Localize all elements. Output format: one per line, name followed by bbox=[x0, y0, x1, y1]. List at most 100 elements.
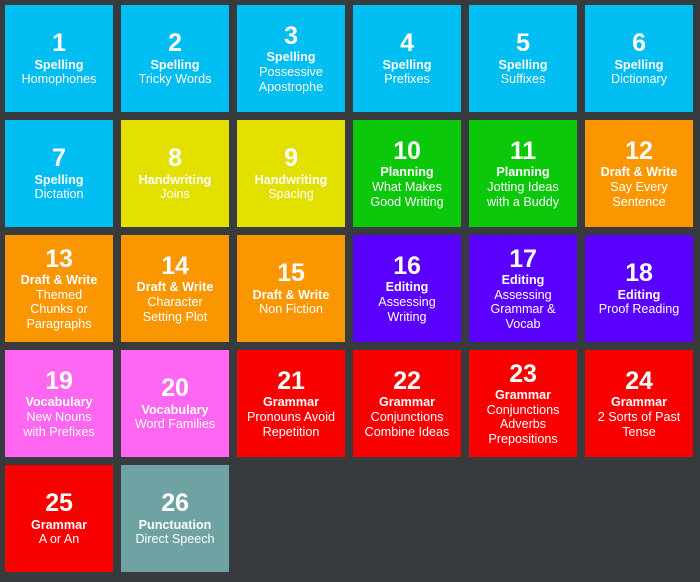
tile-number: 17 bbox=[509, 244, 537, 273]
tile-subtitle: Direct Speech bbox=[135, 532, 214, 547]
tile-number: 6 bbox=[632, 29, 646, 58]
tile-subtitle-line: Prefixes bbox=[384, 72, 430, 87]
tile-number: 13 bbox=[45, 244, 73, 273]
tile-26[interactable]: 26 Punctuation Direct Speech bbox=[121, 465, 229, 572]
tile-subtitle-line: Jotting Ideas bbox=[487, 179, 559, 194]
tile-subtitle-line: Suffixes bbox=[500, 72, 546, 87]
tile-number: 16 bbox=[393, 251, 421, 280]
tile-subtitle-line: Writing bbox=[387, 309, 427, 324]
tile-subtitle-line: Conjunctions bbox=[370, 409, 444, 424]
tile-number: 19 bbox=[45, 366, 73, 395]
tile-subtitle-line: Adverbs bbox=[499, 417, 547, 432]
tile-category: Spelling bbox=[382, 57, 432, 72]
tile-subtitle-line: Pronouns Avoid bbox=[247, 409, 335, 424]
tile-subtitle-line: Proof Reading bbox=[598, 302, 680, 317]
tile-12[interactable]: 12 Draft & Write Say Every Sentence bbox=[585, 120, 693, 227]
tile-category: Planning bbox=[380, 165, 434, 180]
tile-category: Grammar bbox=[610, 395, 667, 410]
tile-subtitle: Themed Chunks or Paragraphs bbox=[26, 288, 91, 332]
tile-23[interactable]: 23 Grammar Conjunctions Adverbs Prepositions bbox=[469, 350, 577, 457]
tile-subtitle-line: Repetition bbox=[262, 424, 320, 439]
tile-8[interactable]: 8 Handwriting Joins bbox=[121, 120, 229, 227]
tile-number: 12 bbox=[625, 136, 653, 165]
tile-category: Spelling bbox=[266, 50, 316, 65]
tile-category: Vocabulary bbox=[141, 402, 209, 417]
tile-subtitle-line: Apostrophe bbox=[258, 79, 324, 94]
tile-subtitle-line: Joins bbox=[160, 187, 190, 202]
tile-2[interactable]: 2 Spelling Tricky Words bbox=[121, 5, 229, 112]
tile-category: Draft & Write bbox=[20, 273, 98, 288]
tile-22[interactable]: 22 Grammar Conjunctions Combine Ideas bbox=[353, 350, 461, 457]
tile-18[interactable]: 18 Editing Proof Reading bbox=[585, 235, 693, 342]
tile-19[interactable]: 19 Vocabulary New Nouns with Prefixes bbox=[5, 350, 113, 457]
tile-category: Draft & Write bbox=[252, 287, 330, 302]
tile-number: 21 bbox=[277, 366, 305, 395]
tile-category: Handwriting bbox=[138, 172, 212, 187]
tile-number: 23 bbox=[509, 359, 537, 388]
tile-category: Editing bbox=[617, 287, 661, 302]
tile-subtitle-line: Conjunctions bbox=[486, 402, 560, 417]
tile-11[interactable]: 11 Planning Jotting Ideas with a Buddy bbox=[469, 120, 577, 227]
tile-subtitle-line: Homophones bbox=[21, 72, 97, 87]
tile-subtitle-line: New Nouns bbox=[26, 409, 92, 424]
tile-10[interactable]: 10 Planning What Makes Good Writing bbox=[353, 120, 461, 227]
tile-subtitle: Proof Reading bbox=[599, 302, 680, 317]
tile-subtitle-line: Non Fiction bbox=[259, 302, 323, 317]
tile-category: Spelling bbox=[150, 57, 200, 72]
tile-subtitle-line: Tense bbox=[622, 424, 656, 439]
tile-subtitle: Dictionary bbox=[611, 72, 667, 87]
tile-number: 4 bbox=[400, 29, 414, 58]
tile-number: 7 bbox=[52, 144, 66, 173]
tile-1[interactable]: 1 Spelling Homophones bbox=[5, 5, 113, 112]
tile-24[interactable]: 24 Grammar 2 Sorts of Past Tense bbox=[585, 350, 693, 457]
tile-9[interactable]: 9 Handwriting Spacing bbox=[237, 120, 345, 227]
tile-subtitle-line: Combine Ideas bbox=[364, 424, 450, 439]
tile-category: Editing bbox=[501, 273, 545, 288]
tile-6[interactable]: 6 Spelling Dictionary bbox=[585, 5, 693, 112]
tile-number: 25 bbox=[45, 489, 73, 518]
tile-5[interactable]: 5 Spelling Suffixes bbox=[469, 5, 577, 112]
tile-number: 26 bbox=[161, 489, 189, 518]
tile-20[interactable]: 20 Vocabulary Word Families bbox=[121, 350, 229, 457]
tile-subtitle: Possessive Apostrophe bbox=[259, 65, 323, 94]
tile-subtitle: What Makes Good Writing bbox=[370, 180, 443, 209]
tile-3[interactable]: 3 Spelling Possessive Apostrophe bbox=[237, 5, 345, 112]
tile-subtitle: Pronouns Avoid Repetition bbox=[247, 410, 335, 439]
tile-25[interactable]: 25 Grammar A or An bbox=[5, 465, 113, 572]
tile-subtitle: New Nouns with Prefixes bbox=[23, 410, 94, 439]
tile-subtitle: Character Setting Plot bbox=[143, 295, 207, 324]
tile-number: 3 bbox=[284, 21, 298, 50]
tile-15[interactable]: 15 Draft & Write Non Fiction bbox=[237, 235, 345, 342]
tile-subtitle: Assessing Writing bbox=[378, 295, 435, 324]
tile-number: 2 bbox=[168, 29, 182, 58]
tile-subtitle: Conjunctions Combine Ideas bbox=[365, 410, 450, 439]
tile-subtitle-line: Paragraphs bbox=[26, 316, 92, 331]
tile-subtitle-line: Say Every bbox=[610, 179, 668, 194]
tile-7[interactable]: 7 Spelling Dictation bbox=[5, 120, 113, 227]
tile-4[interactable]: 4 Spelling Prefixes bbox=[353, 5, 461, 112]
tile-16[interactable]: 16 Editing Assessing Writing bbox=[353, 235, 461, 342]
tile-category: Grammar bbox=[30, 517, 87, 532]
tile-subtitle-line: Character bbox=[147, 294, 203, 309]
tile-17[interactable]: 17 Editing Assessing Grammar & Vocab bbox=[469, 235, 577, 342]
tile-14[interactable]: 14 Draft & Write Character Setting Plot bbox=[121, 235, 229, 342]
tile-number: 15 bbox=[277, 259, 305, 288]
tile-subtitle: Non Fiction bbox=[259, 302, 323, 317]
tile-number: 22 bbox=[393, 366, 421, 395]
tile-category: Editing bbox=[385, 280, 429, 295]
tile-subtitle: Dictation bbox=[35, 187, 84, 202]
tile-number: 5 bbox=[516, 29, 530, 58]
tile-number: 9 bbox=[284, 144, 298, 173]
tile-subtitle-line: Possessive bbox=[259, 64, 323, 79]
tile-number: 14 bbox=[161, 251, 189, 280]
tile-subtitle: Prefixes bbox=[384, 72, 430, 87]
tile-subtitle: Assessing Grammar & Vocab bbox=[490, 288, 555, 332]
tile-13[interactable]: 13 Draft & Write Themed Chunks or Paragraphs bbox=[5, 235, 113, 342]
tile-21[interactable]: 21 Grammar Pronouns Avoid Repetition bbox=[237, 350, 345, 457]
tile-subtitle: Jotting Ideas with a Buddy bbox=[487, 180, 559, 209]
tile-number: 11 bbox=[509, 136, 537, 165]
tile-subtitle: Say Every Sentence bbox=[610, 180, 667, 209]
tile-subtitle-line: A or An bbox=[38, 532, 80, 547]
tile-number: 24 bbox=[625, 366, 653, 395]
tile-subtitle-line: Word Families bbox=[134, 417, 216, 432]
